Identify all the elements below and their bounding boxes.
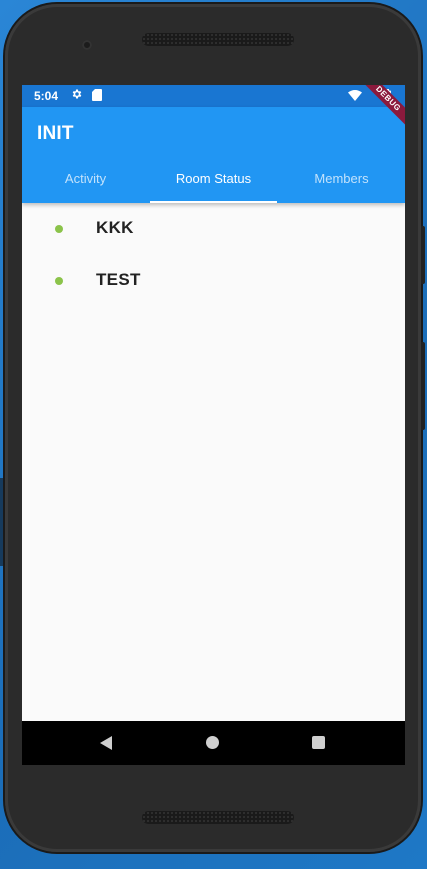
front-camera [82, 40, 92, 50]
back-icon[interactable] [98, 735, 114, 751]
tab-members[interactable]: Members [278, 155, 405, 203]
app-bar: INIT Activity Room Status Members [22, 107, 405, 203]
status-bar: 5:04 [22, 85, 405, 107]
device-screen: 5:04 INIT Activity Room Status Members D… [22, 85, 405, 765]
status-dot-icon [55, 277, 63, 285]
volume-button[interactable] [421, 226, 425, 284]
home-icon[interactable] [206, 736, 219, 749]
room-name: TEST [96, 270, 141, 289]
list-item[interactable]: KKK [22, 203, 405, 247]
power-button[interactable] [421, 342, 425, 430]
wifi-icon [348, 90, 362, 101]
status-time: 5:04 [34, 89, 59, 103]
app-title: INIT [37, 123, 74, 144]
tab-room-status[interactable]: Room Status [150, 155, 277, 203]
sd-card-icon [92, 89, 102, 101]
recents-icon[interactable] [312, 736, 325, 749]
list-item[interactable]: TEST [22, 255, 405, 299]
status-dot-icon [55, 225, 63, 233]
room-name: KKK [96, 218, 134, 237]
tab-bar: Activity Room Status Members [22, 155, 405, 203]
gear-icon [72, 89, 82, 99]
top-speaker [142, 33, 294, 46]
tab-activity[interactable]: Activity [22, 155, 149, 203]
bottom-speaker [142, 811, 294, 824]
navigation-bar [22, 721, 405, 765]
